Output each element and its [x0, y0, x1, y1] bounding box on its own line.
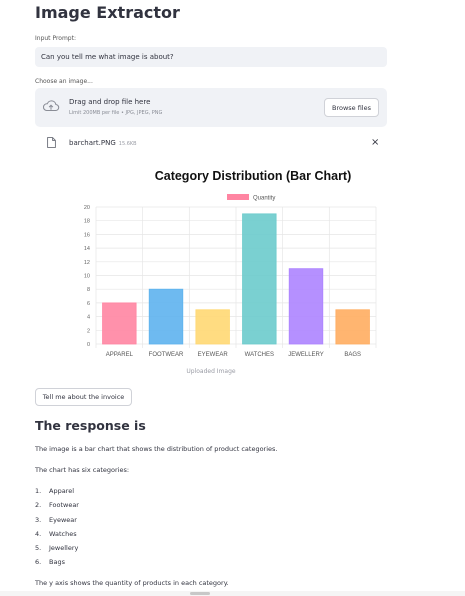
list-item-number: 2. [35, 501, 42, 510]
category-list-item: 6. Bags [35, 558, 79, 572]
y-tick-label: 12 [84, 260, 90, 266]
y-tick-label: 10 [84, 274, 90, 280]
prompt-label: Input Prompt: [35, 35, 76, 42]
file-name-text: barchart.PNG [69, 139, 116, 147]
category-list-item: 2. Footwear [35, 501, 79, 515]
remove-file-icon[interactable]: × [371, 137, 379, 148]
uploaded-file-row: barchart.PNG 15.6KB × [35, 135, 387, 151]
list-item-text: Apparel [49, 487, 75, 495]
list-item-number: 4. [35, 529, 42, 538]
file-size: 15.6KB [118, 141, 137, 147]
list-item-text: Watches [49, 529, 77, 538]
category-list: 1. Apparel 2. Footwear 3. Eyewear 4. Watches 5. J… [35, 487, 79, 573]
categories-intro: The chart has six categories: [35, 466, 130, 474]
x-tick-label: APPAREL [106, 352, 134, 358]
list-item-text: Jewellery [49, 544, 79, 553]
y-tick-label: 18 [84, 219, 90, 225]
y-tick-label: 4 [87, 315, 90, 321]
bar [102, 302, 137, 345]
uploader-label: Choose an image... [35, 78, 93, 85]
list-item-text: Eyewear [49, 515, 77, 524]
axis-note: The y axis shows the quantity of product… [35, 579, 229, 587]
category-list-item: 3. Eyewear [35, 516, 79, 530]
file-icon [47, 137, 56, 148]
bar-chart-svg: Category Distribution (Bar Chart) Quantit… [84, 169, 377, 358]
browse-files-button[interactable]: Browse files [324, 98, 379, 117]
x-tick-label: JEWELLERY [288, 352, 324, 358]
list-item-number: 3. [35, 515, 42, 524]
y-tick-label: 14 [84, 246, 90, 252]
response-intro: The image is a bar chart that shows the … [35, 445, 278, 453]
file-name: barchart.PNG 15.6KB [69, 139, 137, 147]
bar [335, 309, 370, 345]
list-item-number: 1. [35, 487, 42, 495]
list-item-number: 6. [35, 558, 42, 567]
bar-chart: Category Distribution (Bar Chart) Quantit… [78, 160, 388, 370]
invoice-button[interactable]: Tell me about the invoice [35, 388, 132, 406]
y-tick-label: 16 [84, 232, 90, 238]
category-list-item: 1. Apparel [35, 487, 79, 501]
bar [242, 213, 277, 345]
y-tick-label: 2 [87, 328, 90, 334]
upload-cloud-icon [42, 100, 60, 112]
legend-label: Quantity [253, 196, 275, 202]
legend-swatch [227, 194, 249, 200]
response-heading: The response is [35, 418, 146, 433]
image-caption: Uploaded Image [186, 368, 236, 375]
x-tick-label: WATCHES [245, 352, 274, 358]
prompt-input[interactable] [35, 47, 387, 67]
y-tick-label: 0 [87, 342, 90, 348]
y-tick-label: 6 [87, 301, 90, 307]
bar [195, 309, 230, 345]
x-tick-label: BAGS [344, 352, 361, 358]
x-tick-label: EYEWEAR [198, 352, 229, 358]
file-dropzone[interactable]: Drag and drop file here Limit 200MB per … [35, 88, 387, 127]
bar [148, 288, 184, 345]
list-item-text: Footwear [49, 501, 79, 510]
bar [288, 268, 324, 345]
list-item-number: 5. [35, 544, 42, 553]
category-list-item: 4. Watches [35, 530, 79, 544]
y-tick-label: 20 [84, 205, 90, 211]
app-title: Image Extractor [35, 3, 180, 22]
list-item-text: Bags [49, 558, 65, 567]
y-tick-label: 8 [87, 287, 90, 293]
horizontal-scrollbar[interactable] [0, 591, 465, 596]
dropzone-limits: Limit 200MB per file • JPG, JPEG, PNG [69, 110, 163, 116]
category-list-item: 5. Jewellery [35, 544, 79, 558]
chart-title: Category Distribution (Bar Chart) [155, 169, 352, 183]
x-tick-label: FOOTWEAR [149, 352, 184, 358]
dropzone-title: Drag and drop file here [69, 98, 151, 106]
scrollbar-thumb[interactable] [190, 592, 210, 595]
